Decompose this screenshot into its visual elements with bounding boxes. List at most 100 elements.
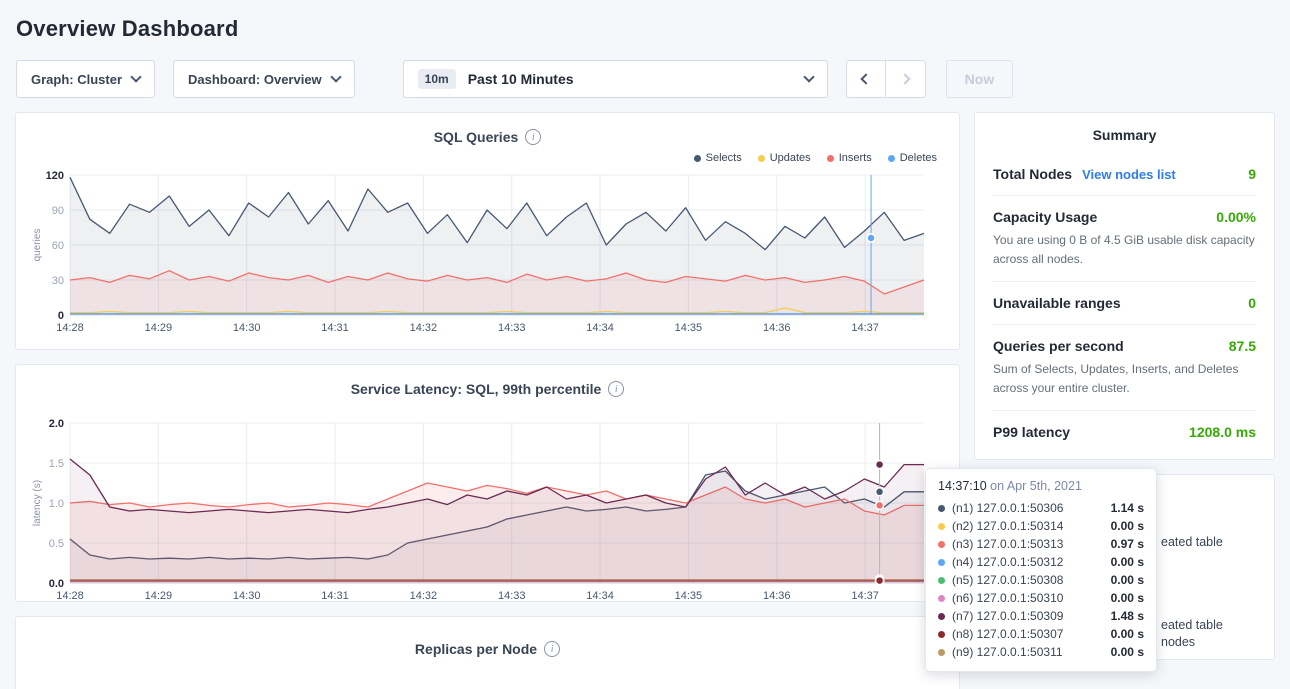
svg-text:14:34: 14:34 xyxy=(586,590,614,602)
node-latency-value: 0.00 s xyxy=(1111,573,1144,587)
node-latency-value: 0.00 s xyxy=(1111,555,1144,569)
plot-area: 14:2814:2914:3014:3114:3214:3314:3414:35… xyxy=(30,415,945,602)
summary-row-qps: Queries per second 87.5 Sum of Selects, … xyxy=(993,324,1256,410)
svg-text:0: 0 xyxy=(58,310,64,322)
series-dot-icon xyxy=(938,559,945,566)
legend-label: Selects xyxy=(706,152,742,164)
total-nodes-value: 9 xyxy=(1248,166,1256,182)
next-interval-button[interactable] xyxy=(886,60,926,98)
series-dot-icon xyxy=(938,649,945,656)
svg-text:14:31: 14:31 xyxy=(321,322,349,334)
svg-text:14:37: 14:37 xyxy=(851,322,879,334)
svg-text:14:32: 14:32 xyxy=(410,322,438,334)
series-dot-icon xyxy=(938,577,945,584)
event-item-truncated[interactable]: nodes xyxy=(1161,635,1195,649)
series-dot-icon xyxy=(938,613,945,620)
chevron-right-icon xyxy=(900,73,911,84)
node-address: (n6) 127.0.0.1:50310 xyxy=(952,591,1063,605)
svg-text:0.5: 0.5 xyxy=(49,538,64,550)
info-icon[interactable] xyxy=(525,129,541,145)
unavailable-ranges-label: Unavailable ranges xyxy=(993,295,1121,311)
series-dot-icon xyxy=(938,505,945,512)
tooltip-time: 14:37:10 xyxy=(938,479,987,493)
tooltip-node-row: (n4) 127.0.0.1:503120.00 s xyxy=(938,553,1144,571)
legend-label: Inserts xyxy=(839,152,872,164)
service-latency-plot[interactable]: 14:2814:2914:3014:3114:3214:3314:3414:35… xyxy=(30,415,938,602)
unavailable-ranges-value: 0 xyxy=(1248,295,1256,311)
svg-text:120: 120 xyxy=(46,170,64,182)
tooltip-node-row: (n9) 127.0.0.1:50311 0.00 s xyxy=(938,643,1144,661)
svg-text:2.0: 2.0 xyxy=(49,418,64,430)
tooltip-node-row: (n2) 127.0.0.1:503140.00 s xyxy=(938,517,1144,535)
node-latency-value: 0.00 s xyxy=(1111,519,1144,533)
sql-queries-plot[interactable]: 14:2814:2914:3014:3114:3214:3314:3414:35… xyxy=(30,167,938,337)
sql-queries-chart-card: SQL Queries Selects Updates Inserts Deletes… xyxy=(15,112,960,350)
svg-text:14:35: 14:35 xyxy=(675,322,703,334)
tooltip-node-row: (n8) 127.0.0.1:503070.00 s xyxy=(938,625,1144,643)
tooltip-node-row: (n1) 127.0.0.1:503061.14 s xyxy=(938,499,1144,517)
legend-item[interactable]: Deletes xyxy=(888,152,937,164)
chart-header: SQL Queries xyxy=(30,125,945,149)
series-dot-icon xyxy=(938,595,945,602)
svg-text:14:29: 14:29 xyxy=(145,590,173,602)
summary-card: Summary Total Nodes View nodes list 9 Ca… xyxy=(974,112,1275,460)
tooltip-node-row: (n6) 127.0.0.1:50310 0.00 s xyxy=(938,589,1144,607)
charts-column: SQL Queries Selects Updates Inserts Deletes… xyxy=(15,112,960,689)
tooltip-node-row: (n5) 127.0.0.1:503080.00 s xyxy=(938,571,1144,589)
svg-text:14:29: 14:29 xyxy=(145,322,173,334)
node-latency-value: 0.00 s xyxy=(1111,645,1144,659)
svg-text:14:36: 14:36 xyxy=(763,590,791,602)
svg-text:14:33: 14:33 xyxy=(498,590,526,602)
legend-dot-icon xyxy=(888,155,895,162)
qps-description: Sum of Selects, Updates, Inserts, and De… xyxy=(993,354,1256,397)
p99-latency-label: P99 latency xyxy=(993,424,1070,440)
svg-text:1.5: 1.5 xyxy=(49,458,64,470)
tooltip-title: 14:37:10 on Apr 5th, 2021 xyxy=(938,479,1144,499)
previous-interval-button[interactable] xyxy=(846,60,886,98)
time-range-badge: 10m xyxy=(418,69,456,89)
dashboard-dropdown[interactable]: Dashboard: Overview xyxy=(173,60,355,98)
node-address: (n7) 127.0.0.1:50309 xyxy=(952,609,1063,623)
svg-text:14:30: 14:30 xyxy=(233,322,261,334)
service-latency-chart-card: Service Latency: SQL, 99th percentile 14… xyxy=(15,364,960,602)
event-item-truncated[interactable]: eated table xyxy=(1161,618,1223,632)
capacity-usage-value: 0.00% xyxy=(1216,209,1256,225)
node-address: (n9) 127.0.0.1:50311 xyxy=(952,645,1063,659)
svg-text:30: 30 xyxy=(52,275,64,287)
summary-row-total-nodes: Total Nodes View nodes list 9 xyxy=(993,153,1256,195)
event-item-truncated[interactable]: eated table xyxy=(1161,535,1223,549)
legend-label: Deletes xyxy=(900,152,937,164)
svg-text:1.0: 1.0 xyxy=(49,498,64,510)
node-latency-value: 1.14 s xyxy=(1111,501,1144,515)
chevron-down-icon xyxy=(330,71,341,82)
queries-per-second-value: 87.5 xyxy=(1229,338,1256,354)
node-latency-value: 0.00 s xyxy=(1111,591,1144,605)
legend-item[interactable]: Selects xyxy=(694,152,742,164)
node-latency-value: 0.00 s xyxy=(1111,627,1144,641)
time-range-picker[interactable]: 10m Past 10 Minutes xyxy=(403,60,828,98)
legend-dot-icon xyxy=(827,155,834,162)
tooltip-node-row: (n3) 127.0.0.1:503130.97 s xyxy=(938,535,1144,553)
summary-row-capacity: Capacity Usage 0.00% You are using 0 B o… xyxy=(993,195,1256,281)
legend-item[interactable]: Updates xyxy=(758,152,811,164)
svg-text:14:28: 14:28 xyxy=(56,322,84,334)
node-latency-value: 1.48 s xyxy=(1111,609,1144,623)
chevron-down-icon xyxy=(130,71,141,82)
chart-title: Service Latency: SQL, 99th percentile xyxy=(351,381,602,397)
svg-text:queries: queries xyxy=(32,229,43,262)
graph-dropdown[interactable]: Graph: Cluster xyxy=(16,60,155,98)
svg-text:14:33: 14:33 xyxy=(498,322,526,334)
info-icon[interactable] xyxy=(608,381,624,397)
tooltip-date: on Apr 5th, 2021 xyxy=(990,479,1082,493)
view-nodes-list-link[interactable]: View nodes list xyxy=(1082,167,1176,182)
legend-item[interactable]: Inserts xyxy=(827,152,872,164)
legend-dot-icon xyxy=(694,155,701,162)
chevron-left-icon xyxy=(860,73,871,84)
info-icon[interactable] xyxy=(544,641,560,657)
series-dot-icon xyxy=(938,631,945,638)
summary-row-p99-latency: P99 latency 1208.0 ms xyxy=(993,410,1256,453)
series-dot-icon xyxy=(938,541,945,548)
now-button[interactable]: Now xyxy=(946,60,1014,98)
graph-dropdown-label: Graph: Cluster xyxy=(31,72,122,87)
time-range-label: Past 10 Minutes xyxy=(468,71,793,87)
